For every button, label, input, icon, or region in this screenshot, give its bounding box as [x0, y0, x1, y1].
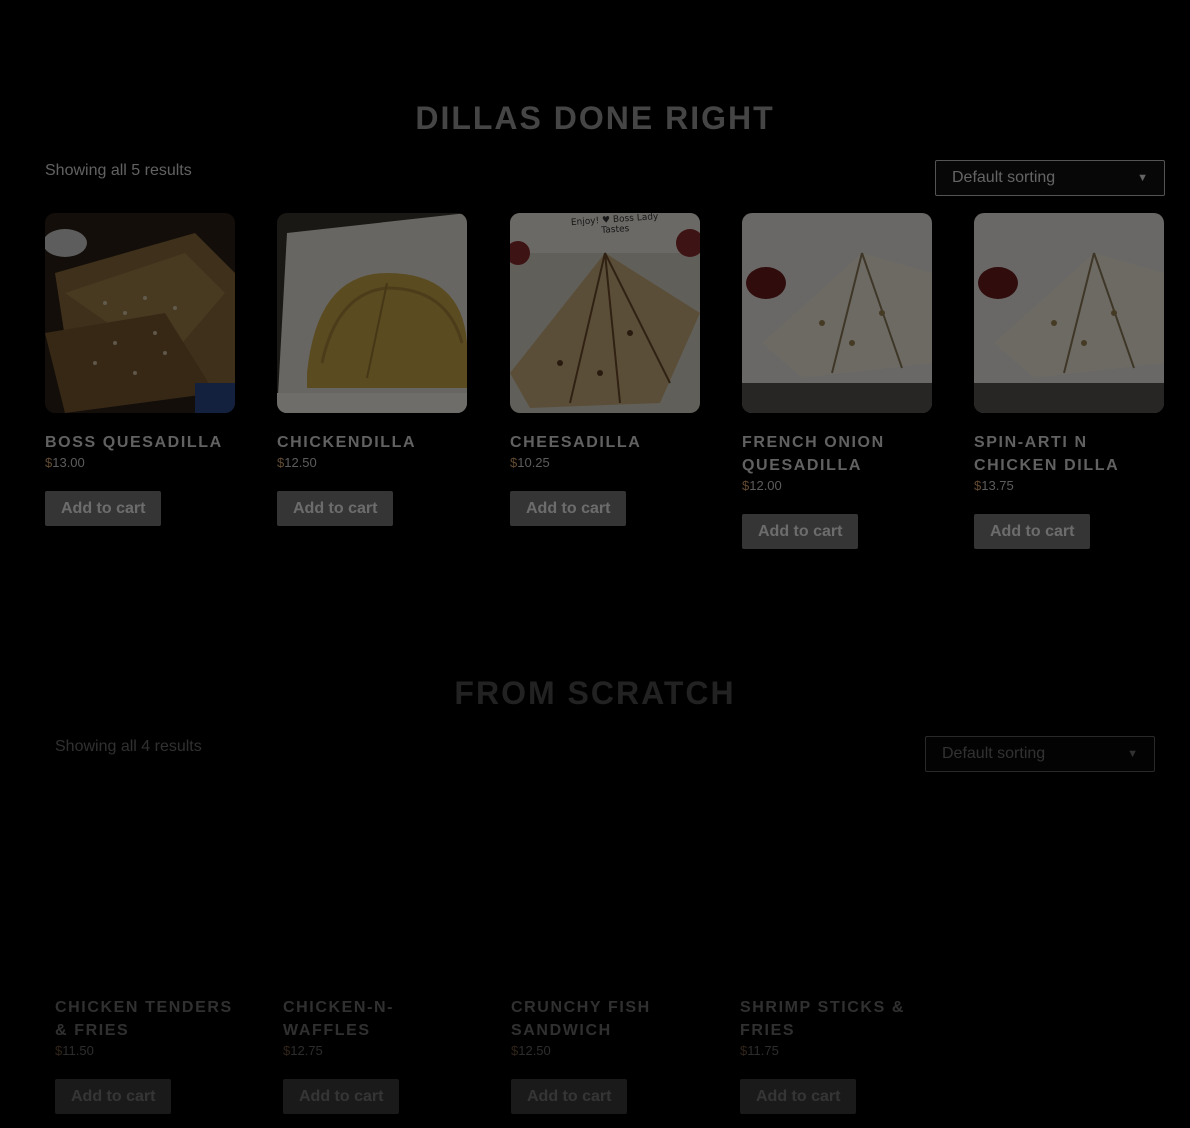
product-card: SPIN-ARTI N CHICKEN DILLA $13.75 Add to … [974, 213, 1164, 549]
product-name[interactable]: BOSS QUESADILLA [45, 431, 235, 454]
section-title: FROM SCRATCH [454, 675, 736, 711]
product-name[interactable]: CHICKEN-N-WAFFLES [283, 996, 413, 1042]
section-dillas-done-right: DILLAS DONE RIGHT Showing all 5 results … [0, 0, 1190, 640]
product-card: CHICKENDILLA $12.50 Add to cart [277, 213, 467, 526]
add-to-cart-button[interactable]: Add to cart [55, 1079, 172, 1114]
add-to-cart-button[interactable]: Add to cart [283, 1079, 400, 1114]
product-price: $11.50 [55, 1043, 94, 1058]
product-image[interactable] [45, 213, 235, 413]
product-name[interactable]: CHEESADILLA [510, 431, 700, 454]
chevron-down-icon: ▼ [1137, 172, 1148, 184]
product-image[interactable]: Enjoy! ♥ Boss Lady Tastes [510, 213, 700, 413]
sort-selected-label: Default sorting [942, 745, 1046, 762]
product-price: $12.50 [277, 455, 317, 470]
product-card: CHICKEN TENDERS & FRIES $11.50 Add to ca… [55, 996, 245, 1114]
add-to-cart-button[interactable]: Add to cart [510, 491, 627, 526]
product-price: $10.25 [510, 455, 550, 470]
result-count: Showing all 5 results [45, 162, 192, 179]
product-name[interactable]: CRUNCHY FISH SANDWICH [511, 996, 701, 1042]
add-to-cart-button[interactable]: Add to cart [742, 514, 859, 549]
sort-select[interactable]: Default sorting ▼ [925, 736, 1155, 772]
chevron-down-icon: ▼ [1127, 748, 1138, 760]
add-to-cart-button[interactable]: Add to cart [277, 491, 394, 526]
product-price: $13.00 [45, 455, 85, 470]
product-card: SHRIMP STICKS & FRIES $11.75 Add to cart [740, 996, 930, 1114]
product-card: BOSS QUESADILLA $13.00 Add to cart [45, 213, 235, 526]
add-to-cart-button[interactable]: Add to cart [740, 1079, 857, 1114]
sort-selected-label: Default sorting [952, 169, 1056, 186]
product-image[interactable] [277, 213, 467, 413]
product-name[interactable]: FRENCH ONION QUESADILLA [742, 431, 932, 477]
product-card: FRENCH ONION QUESADILLA $12.00 Add to ca… [742, 213, 932, 549]
product-name[interactable]: SHRIMP STICKS & FRIES [740, 996, 930, 1042]
section-title: DILLAS DONE RIGHT [415, 100, 775, 136]
product-image[interactable] [974, 213, 1164, 413]
sort-select[interactable]: Default sorting ▼ [935, 160, 1165, 196]
product-price: $11.75 [740, 1043, 779, 1058]
result-count: Showing all 4 results [55, 738, 202, 755]
product-image[interactable] [742, 213, 932, 413]
section-from-scratch: FROM SCRATCH Showing all 4 results Defau… [0, 640, 1190, 1128]
product-name[interactable]: SPIN-ARTI N CHICKEN DILLA [974, 431, 1164, 477]
product-card: CHICKEN-N-WAFFLES $12.75 Add to cart [283, 996, 473, 1114]
product-price: $12.50 [511, 1043, 551, 1058]
add-to-cart-button[interactable]: Add to cart [45, 491, 162, 526]
add-to-cart-button[interactable]: Add to cart [511, 1079, 628, 1114]
product-card: CRUNCHY FISH SANDWICH $12.50 Add to cart [511, 996, 701, 1114]
product-price: $13.75 [974, 478, 1014, 493]
product-price: $12.00 [742, 478, 782, 493]
product-name[interactable]: CHICKEN TENDERS & FRIES [55, 996, 245, 1042]
add-to-cart-button[interactable]: Add to cart [974, 514, 1091, 549]
product-price: $12.75 [283, 1043, 323, 1058]
product-name[interactable]: CHICKENDILLA [277, 431, 467, 454]
product-card: Enjoy! ♥ Boss Lady Tastes CHEESADILLA $1… [510, 213, 700, 526]
